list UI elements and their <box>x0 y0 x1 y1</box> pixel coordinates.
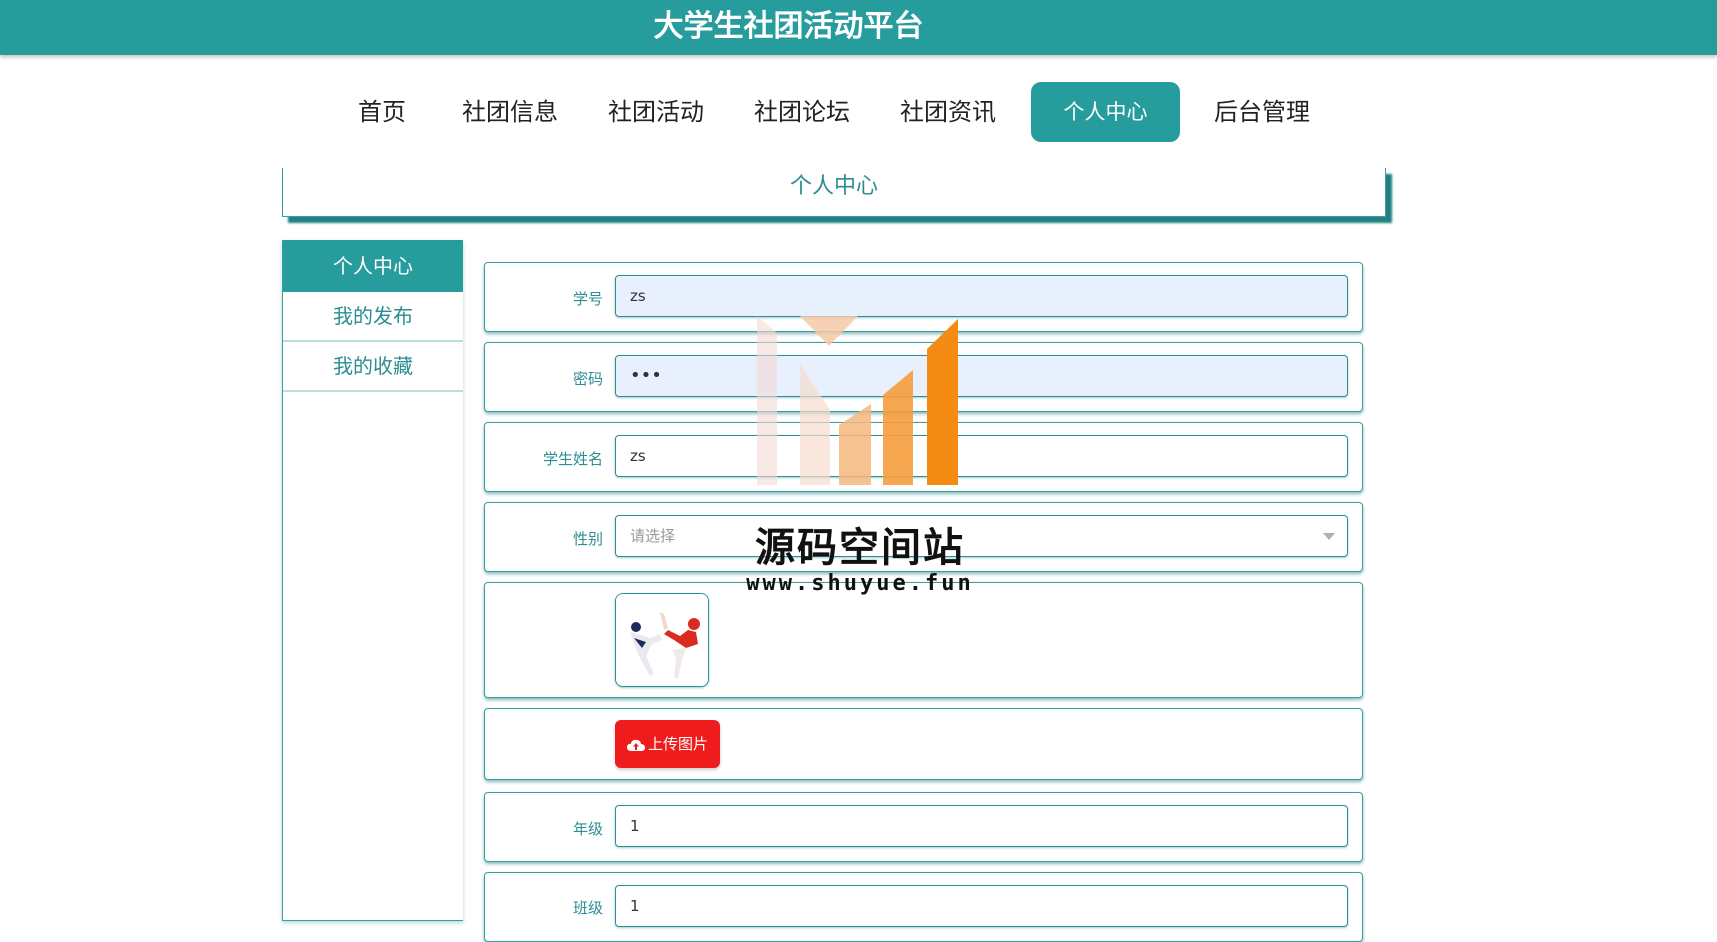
nav-home[interactable]: 首页 <box>352 82 412 142</box>
form-row-password: 密码 ••• <box>484 342 1363 412</box>
cloud-upload-icon <box>626 739 645 751</box>
class-label: 班级 <box>572 899 603 917</box>
student-id-label: 学号 <box>572 290 603 308</box>
class-input[interactable] <box>615 885 1348 927</box>
gender-select-placeholder: 请选择 <box>630 527 676 545</box>
password-label: 密码 <box>572 370 603 388</box>
form-row-gender: 性别 请选择 <box>484 502 1363 572</box>
form-row-grade: 年级 <box>484 792 1363 862</box>
chevron-down-icon <box>1323 533 1335 540</box>
form-row-student-name: 学生姓名 <box>484 422 1363 492</box>
upload-image-label: 上传图片 <box>647 735 708 753</box>
sidebar-item-my-favorites[interactable]: 我的收藏 <box>283 342 463 392</box>
grade-label: 年级 <box>572 820 603 838</box>
sidebar-item-my-posts[interactable]: 我的发布 <box>283 292 463 342</box>
nav-admin[interactable]: 后台管理 <box>1210 82 1314 142</box>
taekwondo-image <box>616 594 708 686</box>
sidebar: 个人中心 我的发布 我的收藏 <box>282 240 463 921</box>
top-bar: 大学生社团活动平台 <box>0 0 1717 55</box>
site-title: 大学生社团活动平台 <box>653 9 924 44</box>
nav-personal-center[interactable]: 个人中心 <box>1031 82 1180 142</box>
nav-club-activities[interactable]: 社团活动 <box>604 82 708 142</box>
nav-club-info[interactable]: 社团信息 <box>458 82 562 142</box>
avatar-image <box>615 593 709 687</box>
form-row-student-id: 学号 <box>484 262 1363 332</box>
section-title: 个人中心 <box>282 168 1386 217</box>
main-nav: 首页 社团信息 社团活动 社团论坛 社团资讯 个人中心 后台管理 <box>0 82 1717 142</box>
upload-image-button[interactable]: 上传图片 <box>615 720 720 768</box>
nav-club-news[interactable]: 社团资讯 <box>896 82 1000 142</box>
grade-input[interactable] <box>615 805 1348 847</box>
gender-label: 性别 <box>572 530 603 548</box>
form-row-upload: 上传图片 <box>484 708 1363 780</box>
form-row-avatar <box>484 582 1363 698</box>
form-row-class: 班级 <box>484 872 1363 942</box>
gender-select[interactable]: 请选择 <box>615 515 1348 557</box>
nav-club-forum[interactable]: 社团论坛 <box>750 82 854 142</box>
student-name-label: 学生姓名 <box>542 450 603 468</box>
student-id-input[interactable] <box>615 275 1348 317</box>
student-name-input[interactable] <box>615 435 1348 477</box>
sidebar-item-personal-center[interactable]: 个人中心 <box>283 240 463 292</box>
password-input[interactable]: ••• <box>615 355 1348 397</box>
